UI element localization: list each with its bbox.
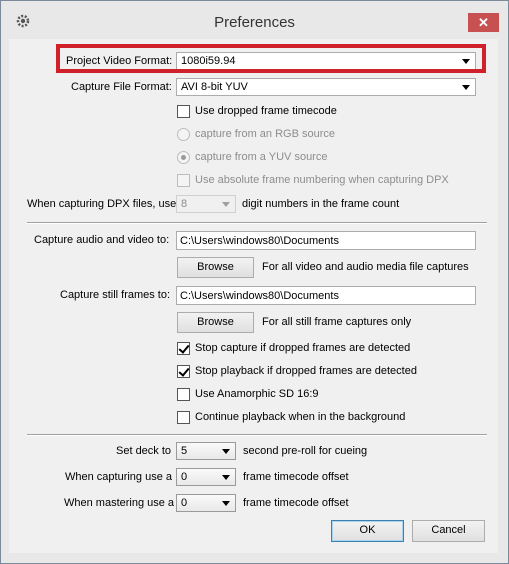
browse-stills-note: For all still frame captures only [262,316,412,328]
close-icon: ✕ [478,15,489,30]
separator [27,434,487,436]
chevron-down-icon [222,202,230,207]
capture-yuv-radio[interactable] [177,151,190,164]
capture-file-format-select[interactable]: AVI 8-bit YUV [176,78,476,96]
highlight-box [56,44,486,73]
dropped-frame-timecode-checkbox[interactable] [177,105,190,118]
mastering-offset-suffix: frame timecode offset [243,497,349,509]
continue-playback-label: Continue playback when in the background [195,411,406,423]
chevron-down-icon [222,449,230,454]
capture-av-path-field[interactable]: C:\Users\windows80\Documents [176,231,476,250]
absolute-frame-numbering-checkbox[interactable] [177,174,190,187]
capture-file-format-label: Capture File Format: [71,81,172,93]
browse-av-note: For all video and audio media file captu… [262,261,469,273]
window-title: Preferences [214,14,295,31]
browse-av-button[interactable]: Browse [177,257,254,278]
stop-capture-dropped-label: Stop capture if dropped frames are detec… [195,342,411,354]
capturing-offset-suffix: frame timecode offset [243,471,349,483]
capture-rgb-label: capture from an RGB source [195,128,336,140]
ok-button[interactable]: OK [331,520,404,542]
preferences-window: Preferences ✕ Project Video Format: 1080… [0,0,509,564]
dialog-body: Project Video Format: 1080i59.94 Capture… [9,39,498,553]
set-deck-select[interactable]: 5 [176,442,236,460]
dropped-frame-timecode-label: Use dropped frame timecode [195,105,337,117]
capture-yuv-label: capture from a YUV source [195,151,328,163]
dpx-digits-select[interactable]: 8 [176,195,236,213]
anamorphic-sd-label: Use Anamorphic SD 16:9 [195,388,319,400]
chevron-down-icon [222,501,230,506]
chevron-down-icon [462,85,470,90]
capturing-offset-label: When capturing use a [65,471,173,483]
continue-playback-checkbox[interactable] [177,411,190,424]
capture-stills-label: Capture still frames to: [60,289,171,301]
close-button[interactable]: ✕ [468,13,499,32]
capture-rgb-radio[interactable] [177,128,190,141]
cancel-button[interactable]: Cancel [412,520,485,542]
dpx-digits-suffix: digit numbers in the frame count [242,198,400,210]
mastering-offset-select[interactable]: 0 [176,494,236,512]
absolute-frame-numbering-label: Use absolute frame numbering when captur… [195,174,449,186]
title-bar: Preferences ✕ [1,1,508,39]
browse-stills-button[interactable]: Browse [177,312,254,333]
anamorphic-sd-checkbox[interactable] [177,388,190,401]
chevron-down-icon [222,475,230,480]
mastering-offset-label: When mastering use a [64,497,175,509]
capture-stills-path-field[interactable]: C:\Users\windows80\Documents [176,286,476,305]
capturing-offset-select[interactable]: 0 [176,468,236,486]
capture-av-label: Capture audio and video to: [34,234,170,246]
set-deck-label: Set deck to [116,445,172,457]
set-deck-suffix: second pre-roll for cueing [243,445,368,457]
separator [27,222,487,224]
stop-playback-dropped-checkbox[interactable] [177,365,190,378]
stop-playback-dropped-label: Stop playback if dropped frames are dete… [195,365,417,377]
dpx-digits-label: When capturing DPX files, use [27,198,177,210]
stop-capture-dropped-checkbox[interactable] [177,342,190,355]
